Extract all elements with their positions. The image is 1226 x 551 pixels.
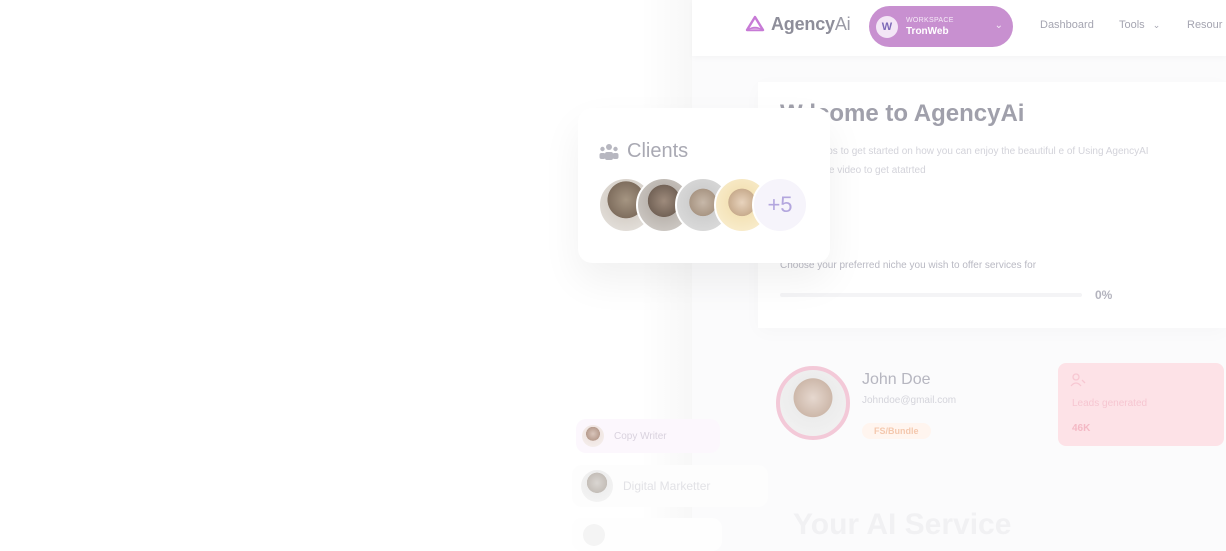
profile-avatar[interactable]: [776, 366, 850, 440]
progress-bar: [780, 293, 1082, 297]
chevron-down-icon: ⌄: [1152, 19, 1161, 30]
role-label: Digital Marketter: [623, 479, 711, 493]
role-item[interactable]: [572, 518, 722, 551]
workspace-avatar-icon: W: [876, 15, 898, 38]
role-label: Copy Writer: [614, 430, 667, 442]
workspace-name: TronWeb: [906, 25, 949, 37]
brand[interactable]: AgencyAi: [745, 14, 851, 35]
nav-tools-label: Tools: [1119, 19, 1145, 31]
brand-suffix: Ai: [834, 14, 851, 34]
role-avatar: [583, 523, 605, 546]
role-copy-writer[interactable]: Copy Writer: [576, 419, 720, 453]
nav-dashboard-label: Dashboard: [1040, 19, 1094, 31]
nav-resources[interactable]: Resour: [1187, 19, 1222, 31]
profile-name: John Doe: [862, 371, 931, 388]
leads-label: Leads generated: [1072, 398, 1148, 409]
clients-header: Clients: [599, 140, 688, 163]
welcome-description: display steps to get started on how you …: [780, 146, 1149, 176]
more-clients-count[interactable]: +5: [752, 177, 808, 233]
nav-tools[interactable]: Tools ⌄: [1119, 19, 1160, 31]
clients-title: Clients: [627, 140, 689, 162]
chevron-down-icon: ⌄: [994, 20, 1003, 31]
leads-user-icon: [1070, 373, 1086, 387]
nav-dashboard[interactable]: Dashboard: [1040, 19, 1094, 31]
workspace-label: WORKSPACE: [906, 16, 954, 24]
progress-percent: 0%: [1095, 288, 1113, 302]
role-digital-marketter[interactable]: Digital Marketter: [572, 465, 768, 507]
brand-name: AgencyAi: [771, 14, 851, 34]
leads-value: 46K: [1072, 423, 1091, 434]
nav-resources-label: Resour: [1187, 19, 1223, 31]
profile-email: Johndoe@gmail.com: [862, 395, 957, 406]
role-avatar: [581, 470, 613, 502]
workspace-selector[interactable]: W WORKSPACE TronWeb ⌄: [869, 6, 1013, 47]
clients-group-icon: [599, 143, 619, 160]
role-avatar: [582, 425, 604, 447]
plan-badge: FS/Bundle: [862, 423, 931, 439]
agency-logo-icon: [745, 15, 765, 31]
ai-service-title: Your AI Service: [793, 508, 1012, 541]
